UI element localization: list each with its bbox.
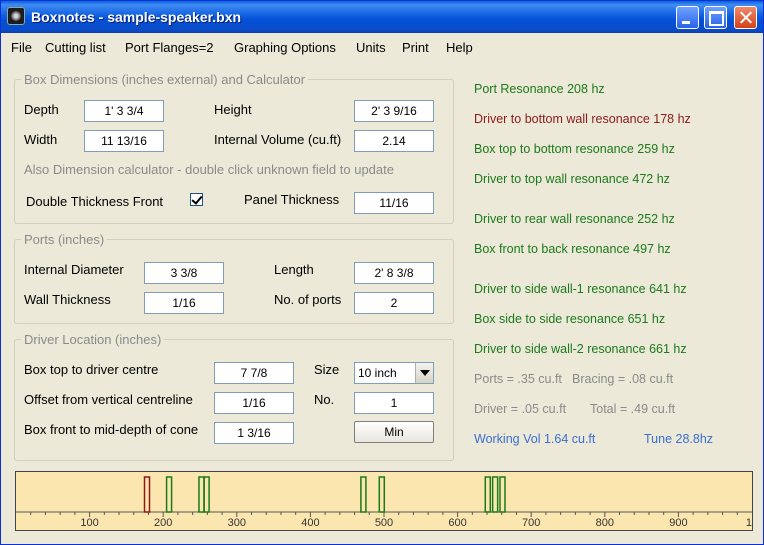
menu-file[interactable]: File bbox=[11, 40, 32, 55]
box-dimensions-title: Box Dimensions (inches external) and Cal… bbox=[21, 72, 309, 87]
wall-thickness-label: Wall Thickness bbox=[24, 292, 111, 307]
main-window: Boxnotes - sample-speaker.bxn File Cutti… bbox=[0, 0, 764, 545]
graph-tick-label: 700 bbox=[522, 517, 540, 529]
resonance-marker bbox=[143, 476, 151, 513]
resonance-marker bbox=[198, 476, 205, 513]
internal-diameter-field[interactable]: 3 3/8 bbox=[144, 262, 224, 284]
graph-tick-label: 600 bbox=[448, 517, 466, 529]
cone-depth-label: Box front to mid-depth of cone bbox=[24, 422, 199, 437]
offset-field[interactable]: 1/16 bbox=[214, 392, 294, 414]
driver-side1-resonance: Driver to side wall-1 resonance 641 hz bbox=[474, 282, 687, 296]
chevron-down-icon[interactable] bbox=[415, 363, 433, 383]
driver-number-field[interactable]: 1 bbox=[354, 392, 434, 414]
resonance-marker bbox=[165, 476, 173, 513]
top-bottom-resonance: Box top to bottom resonance 259 hz bbox=[474, 142, 675, 156]
resonance-graph: 100 200 300 400 500 600 700 800 900 10 bbox=[15, 471, 753, 531]
resonance-marker bbox=[360, 476, 367, 513]
port-resonance: Port Resonance 208 hz bbox=[474, 82, 605, 96]
front-back-resonance: Box front to back resonance 497 hz bbox=[474, 242, 671, 256]
graph-tick-label: 200 bbox=[154, 517, 172, 529]
graph-tick-label: 800 bbox=[596, 517, 614, 529]
wall-thickness-field[interactable]: 1/16 bbox=[144, 292, 224, 314]
side-side-resonance: Box side to side resonance 651 hz bbox=[474, 312, 666, 326]
menu-port-flanges[interactable]: Port Flanges=2 bbox=[125, 40, 214, 55]
port-count-label: No. of ports bbox=[274, 292, 342, 307]
close-button[interactable] bbox=[734, 6, 757, 29]
driver-rear-resonance: Driver to rear wall resonance 252 hz bbox=[474, 212, 675, 226]
internal-volume-label: Internal Volume (cu.ft) bbox=[214, 132, 342, 147]
panel-thickness-field[interactable]: 11/16 bbox=[354, 192, 434, 214]
internal-volume-field[interactable]: 2.14 bbox=[354, 130, 434, 152]
window-title: Boxnotes - sample-speaker.bxn bbox=[31, 9, 242, 25]
double-thickness-label: Double Thickness Front bbox=[26, 194, 164, 209]
panel-thickness-label: Panel Thickness bbox=[244, 192, 340, 207]
offset-label: Offset from vertical centreline bbox=[24, 392, 193, 407]
menu-units[interactable]: Units bbox=[356, 40, 386, 55]
title-bar[interactable]: Boxnotes - sample-speaker.bxn bbox=[1, 1, 763, 33]
tune-frequency: Tune 28.8hz bbox=[644, 432, 714, 446]
driver-top-resonance: Driver to top wall resonance 472 hz bbox=[474, 172, 670, 186]
driver-number-label: No. bbox=[314, 392, 335, 407]
resonance-marker bbox=[499, 476, 506, 513]
calculator-hint: Also Dimension calculator - double click… bbox=[24, 162, 394, 177]
driver-bottom-resonance: Driver to bottom wall resonance 178 hz bbox=[474, 112, 691, 126]
graph-tick-label: 400 bbox=[301, 517, 319, 529]
ports-title: Ports (inches) bbox=[21, 232, 108, 247]
graph-tick-label: 100 bbox=[80, 517, 98, 529]
minimize-button[interactable] bbox=[676, 6, 699, 29]
depth-field[interactable]: 1' 3 3/4 bbox=[84, 100, 164, 122]
menu-cutting-list[interactable]: Cutting list bbox=[45, 40, 106, 55]
menu-print[interactable]: Print bbox=[402, 40, 429, 55]
ports-volume: Ports = .35 cu.ft bbox=[474, 372, 562, 386]
driver-size-label: Size bbox=[314, 362, 340, 377]
resonance-marker bbox=[491, 476, 499, 513]
internal-diameter-label: Internal Diameter bbox=[24, 262, 124, 277]
resonance-marker bbox=[203, 476, 210, 513]
driver-location-title: Driver Location (inches) bbox=[21, 332, 165, 347]
total-volume: Total = .49 cu.ft bbox=[590, 402, 676, 416]
height-label: Height bbox=[214, 102, 252, 117]
graph-tick-label: 500 bbox=[375, 517, 393, 529]
driver-size-value: 10 inch bbox=[358, 366, 397, 380]
port-count-field[interactable]: 2 bbox=[354, 292, 434, 314]
min-button[interactable]: Min bbox=[354, 421, 434, 443]
bracing-volume: Bracing = .08 cu.ft bbox=[572, 372, 674, 386]
port-length-field[interactable]: 2' 8 3/8 bbox=[354, 262, 434, 284]
cone-depth-field[interactable]: 1 3/16 bbox=[214, 422, 294, 444]
menu-graphing-options[interactable]: Graphing Options bbox=[234, 40, 336, 55]
resonance-marker bbox=[484, 476, 492, 513]
resonance-graph-svg: 100 200 300 400 500 600 700 800 900 10 bbox=[16, 476, 752, 529]
speaker-app-icon[interactable] bbox=[7, 7, 25, 25]
graph-tick-label: 300 bbox=[228, 517, 246, 529]
maximize-button[interactable] bbox=[704, 6, 727, 29]
working-volume: Working Vol 1.64 cu.ft bbox=[474, 432, 596, 446]
driver-top-field[interactable]: 7 7/8 bbox=[214, 362, 294, 384]
height-field[interactable]: 2' 3 9/16 bbox=[354, 100, 434, 122]
driver-size-select[interactable]: 10 inch bbox=[354, 362, 434, 384]
depth-label: Depth bbox=[24, 102, 59, 117]
width-field[interactable]: 11 13/16 bbox=[84, 130, 164, 152]
driver-top-label: Box top to driver centre bbox=[24, 362, 159, 377]
menu-help[interactable]: Help bbox=[446, 40, 473, 55]
graph-tick-label: 10 bbox=[746, 517, 752, 529]
driver-volume: Driver = .05 cu.ft bbox=[474, 402, 567, 416]
port-length-label: Length bbox=[274, 262, 314, 277]
driver-side2-resonance: Driver to side wall-2 resonance 661 hz bbox=[474, 342, 687, 356]
graph-tick-label: 900 bbox=[669, 517, 687, 529]
menu-bar: File Cutting list Port Flanges=2 Graphin… bbox=[1, 37, 763, 57]
width-label: Width bbox=[24, 132, 58, 147]
double-thickness-checkbox[interactable] bbox=[190, 193, 203, 206]
resonance-marker bbox=[378, 476, 386, 513]
